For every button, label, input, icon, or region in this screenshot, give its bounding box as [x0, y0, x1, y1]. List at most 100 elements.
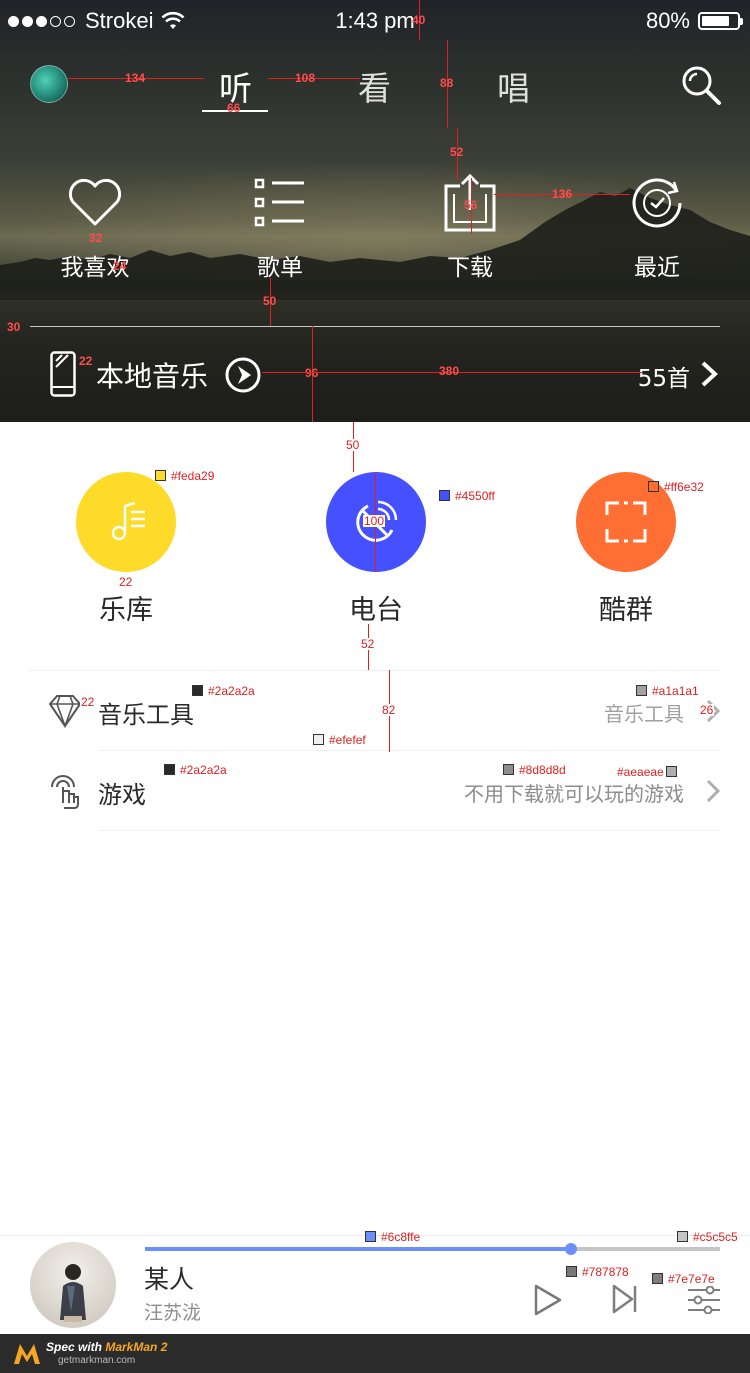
color-code: #787878	[582, 1265, 629, 1279]
equalizer-icon[interactable]	[688, 1286, 720, 1314]
play-circle-icon[interactable]	[225, 357, 261, 393]
spec-color-label: #7e7e7e	[652, 1273, 715, 1285]
feature-label: 酷群	[599, 595, 653, 626]
clock-icon	[632, 178, 682, 228]
local-music-row[interactable]: 本地音乐 55首	[30, 327, 720, 422]
quick-action-favorites[interactable]: 我喜欢	[35, 172, 155, 282]
list-item-subtitle: 音乐工具	[604, 702, 684, 726]
artist-name: 汪苏泷	[144, 1302, 202, 1324]
feature-circle[interactable]	[76, 472, 176, 572]
list-item-games[interactable]: 游戏 不用下载就可以玩的游戏	[30, 751, 720, 831]
spec-measure: 56	[464, 198, 478, 212]
color-swatch	[439, 490, 450, 501]
chevron-right-icon	[706, 779, 720, 803]
mini-player: 某人 汪苏泷	[0, 1235, 750, 1334]
spec-color-label: #c5c5c5	[677, 1231, 738, 1243]
song-title: 某人	[144, 1265, 195, 1294]
spec-measure: 380	[439, 364, 460, 378]
footer-brand: MarkMan 2	[105, 1340, 168, 1354]
quick-action-recent[interactable]: 最近	[597, 172, 717, 282]
battery-icon	[698, 12, 743, 30]
color-swatch	[677, 1231, 688, 1242]
top-navigation: 听 看 唱	[0, 50, 750, 120]
local-music-title: 本地音乐	[96, 360, 209, 393]
spec-measure: 100	[363, 514, 386, 528]
phone-icon	[50, 351, 76, 397]
color-code: #2a2a2a	[208, 684, 255, 698]
footer-url: getmarkman.com	[58, 1355, 136, 1366]
hero-background: Strokei 1:43 pm 80% 听 看 唱 我喜欢 歌单 下载 最近 本…	[0, 0, 750, 422]
spec-measure: 134	[125, 71, 146, 85]
spec-measure: 96	[305, 366, 319, 380]
spec-color-label: #4550ff	[439, 490, 495, 502]
color-swatch	[652, 1273, 663, 1284]
color-swatch	[155, 470, 166, 481]
spec-measure: 22	[80, 695, 96, 709]
feature-label: 乐库	[99, 595, 153, 626]
heart-icon	[68, 178, 122, 226]
quick-action-downloads[interactable]: 下载	[410, 172, 530, 282]
diamond-icon	[49, 695, 81, 729]
list-item-title: 游戏	[98, 781, 146, 809]
spec-color-label: #2a2a2a	[192, 685, 255, 697]
game-touch-icon	[51, 775, 79, 809]
feature-radio[interactable]: 电台	[306, 472, 446, 627]
footer-prefix: Spec with	[46, 1340, 106, 1354]
spec-measure: 66	[227, 101, 241, 115]
user-avatar[interactable]	[30, 65, 68, 103]
spec-measure: 40	[412, 13, 426, 27]
markman-logo-icon	[14, 1344, 40, 1364]
feature-groups[interactable]: 酷群	[556, 472, 696, 627]
list-item-music-tools[interactable]: 音乐工具 音乐工具	[30, 671, 720, 751]
spec-measure: 32	[89, 231, 103, 245]
color-swatch	[313, 734, 324, 745]
spec-color-label: #8d8d8d	[503, 764, 566, 776]
color-code: #feda29	[171, 469, 215, 483]
progress-track[interactable]	[145, 1243, 720, 1255]
album-cover[interactable]	[30, 1242, 116, 1328]
spec-measure: 50	[263, 294, 277, 308]
color-swatch	[636, 685, 647, 696]
spec-color-label: #feda29	[155, 470, 214, 482]
quick-action-label: 下载	[447, 255, 493, 281]
color-code: #8d8d8d	[519, 763, 566, 777]
feature-label: 电台	[349, 595, 403, 626]
local-music-count: 55首	[637, 366, 690, 392]
quick-action-label: 最近	[634, 255, 680, 281]
spec-measure: 52	[450, 145, 464, 159]
footer-spec-text: Spec with MarkMan 2	[46, 1340, 167, 1354]
spec-color-label: #a1a1a1	[636, 685, 699, 697]
spec-measure: 136	[552, 187, 573, 201]
color-code: #efefef	[329, 733, 366, 747]
spec-measure: 50	[345, 438, 361, 452]
battery-percent: 80%	[645, 8, 690, 33]
next-track-icon[interactable]	[611, 1284, 639, 1314]
tab-watch[interactable]: 看	[358, 62, 391, 110]
album-cover-art	[60, 1264, 86, 1322]
progress-knob[interactable]	[564, 1243, 577, 1255]
color-swatch	[192, 685, 203, 696]
list-item-subtitle: 不用下载就可以玩的游戏	[464, 782, 684, 806]
color-swatch	[164, 764, 175, 775]
color-code: #4550ff	[455, 489, 495, 503]
spec-color-label: #ff6e32	[648, 481, 704, 493]
feature-library[interactable]: 乐库	[56, 472, 196, 627]
spec-color-label: #6c8ffe	[365, 1231, 420, 1243]
color-code: #7e7e7e	[668, 1272, 715, 1286]
play-icon[interactable]	[533, 1284, 563, 1316]
list-item-title: 音乐工具	[98, 701, 194, 729]
markman-footer: Spec with MarkMan 2 getmarkman.com	[0, 1334, 750, 1373]
color-swatch	[648, 481, 659, 492]
color-code: #2a2a2a	[180, 763, 227, 777]
color-code: #ff6e32	[664, 480, 704, 494]
spec-color-label: #787878	[566, 1266, 629, 1278]
color-code: #a1a1a1	[652, 684, 699, 698]
spec-measure: 108	[295, 71, 316, 85]
spec-color-label: #efefef	[313, 734, 366, 746]
spec-measure: 24	[113, 259, 127, 273]
tab-sing[interactable]: 唱	[497, 62, 530, 110]
color-code: #c5c5c5	[693, 1230, 738, 1244]
search-icon[interactable]	[680, 64, 722, 106]
quick-action-playlists[interactable]: 歌单	[220, 172, 340, 282]
status-time: 1:43 pm	[335, 8, 415, 33]
